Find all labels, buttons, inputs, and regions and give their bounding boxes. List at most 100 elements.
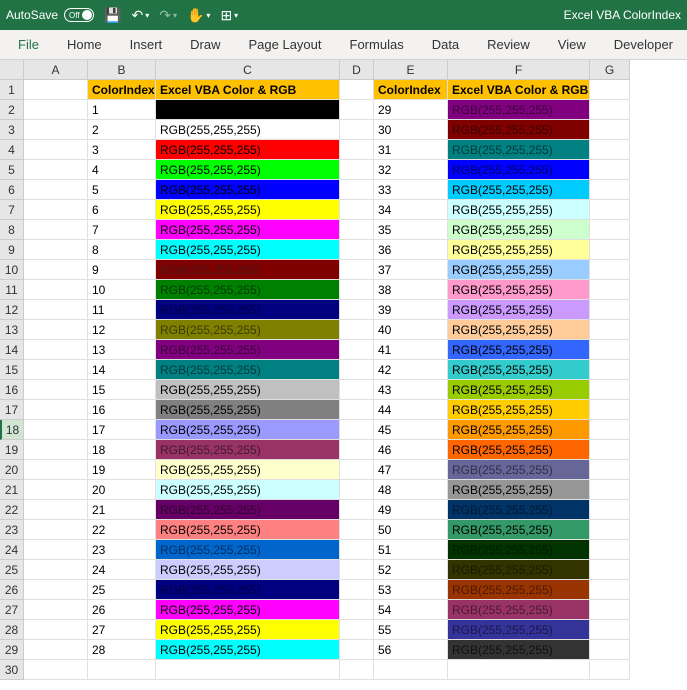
cell-rgb[interactable]: RGB(255,255,255) — [448, 200, 590, 220]
cell[interactable] — [24, 120, 88, 140]
tab-page-layout[interactable]: Page Layout — [235, 30, 336, 59]
cell[interactable] — [590, 600, 630, 620]
cell-colorindex[interactable]: 51 — [374, 540, 448, 560]
cell-colorindex[interactable]: 29 — [374, 100, 448, 120]
cell-colorindex[interactable]: 13 — [88, 340, 156, 360]
cell-rgb[interactable]: RGB(255,255,255) — [156, 520, 340, 540]
row-header[interactable]: 28 — [0, 620, 24, 640]
cell[interactable] — [24, 280, 88, 300]
cell-rgb[interactable]: RGB(255,255,255) — [156, 480, 340, 500]
cell-rgb[interactable]: RGB(255,255,255) — [448, 520, 590, 540]
cell[interactable] — [156, 660, 340, 680]
cell[interactable] — [340, 460, 374, 480]
cell[interactable] — [340, 600, 374, 620]
cell-rgb[interactable]: RGB(255,255,255) — [156, 340, 340, 360]
cell-colorindex[interactable]: 22 — [88, 520, 156, 540]
cell[interactable] — [340, 620, 374, 640]
cell[interactable] — [590, 460, 630, 480]
cell[interactable] — [24, 420, 88, 440]
row-header[interactable]: 9 — [0, 240, 24, 260]
cell-colorindex[interactable]: 7 — [88, 220, 156, 240]
cell-colorindex[interactable]: 30 — [374, 120, 448, 140]
cell-header-rgb[interactable]: Excel VBA Color & RGB — [448, 80, 590, 100]
cell[interactable] — [590, 620, 630, 640]
row-header[interactable]: 20 — [0, 460, 24, 480]
redo-icon[interactable]: ↷▾ — [159, 7, 177, 24]
cell[interactable] — [340, 300, 374, 320]
cell[interactable] — [590, 400, 630, 420]
cell-colorindex[interactable]: 43 — [374, 380, 448, 400]
tab-review[interactable]: Review — [473, 30, 544, 59]
cell-rgb[interactable]: RGB(255,255,255) — [156, 300, 340, 320]
cell-rgb[interactable]: RGB(255,255,255) — [448, 380, 590, 400]
cell[interactable] — [590, 220, 630, 240]
cell-rgb[interactable]: RGB(255,255,255) — [156, 600, 340, 620]
cell-rgb[interactable]: RGB(255,255,255) — [448, 560, 590, 580]
col-header-G[interactable]: G — [590, 60, 630, 80]
col-header-C[interactable]: C — [156, 60, 340, 80]
row-header[interactable]: 24 — [0, 540, 24, 560]
cell-colorindex[interactable]: 41 — [374, 340, 448, 360]
cell-rgb[interactable]: RGB(255,255,255) — [156, 140, 340, 160]
cell-rgb[interactable]: RGB(255,255,255) — [156, 120, 340, 140]
cell-rgb[interactable]: RGB(255,255,255) — [156, 500, 340, 520]
cell-rgb[interactable]: RGB(255,255,255) — [448, 420, 590, 440]
cell-colorindex[interactable]: 23 — [88, 540, 156, 560]
cell-rgb[interactable]: RGB(255,255,255) — [156, 180, 340, 200]
cell-colorindex[interactable]: 17 — [88, 420, 156, 440]
cell[interactable] — [590, 640, 630, 660]
cell[interactable] — [590, 80, 630, 100]
cell[interactable] — [24, 80, 88, 100]
cell[interactable] — [590, 360, 630, 380]
cell-colorindex[interactable]: 44 — [374, 400, 448, 420]
row-header[interactable]: 18 — [0, 420, 24, 440]
row-header[interactable]: 21 — [0, 480, 24, 500]
spreadsheet-grid[interactable]: ABCDEFG1ColorIndexExcel VBA Color & RGBC… — [0, 60, 687, 680]
cell-colorindex[interactable]: 52 — [374, 560, 448, 580]
cell-rgb[interactable]: RGB(255,255,255) — [448, 180, 590, 200]
col-header-B[interactable]: B — [88, 60, 156, 80]
cell[interactable] — [24, 200, 88, 220]
cell-colorindex[interactable]: 2 — [88, 120, 156, 140]
cell-colorindex[interactable]: 5 — [88, 180, 156, 200]
row-header[interactable]: 13 — [0, 320, 24, 340]
row-header[interactable]: 30 — [0, 660, 24, 680]
cell[interactable] — [590, 660, 630, 680]
cell-colorindex[interactable]: 47 — [374, 460, 448, 480]
row-header[interactable]: 25 — [0, 560, 24, 580]
cell[interactable] — [24, 140, 88, 160]
cell-colorindex[interactable]: 34 — [374, 200, 448, 220]
cell-rgb[interactable]: RGB(255,255,255) — [156, 380, 340, 400]
cell-rgb[interactable]: RGB(255,255,255) — [448, 280, 590, 300]
cell[interactable] — [24, 580, 88, 600]
cell[interactable] — [340, 320, 374, 340]
cell[interactable] — [340, 180, 374, 200]
cell[interactable] — [24, 360, 88, 380]
cell-colorindex[interactable]: 15 — [88, 380, 156, 400]
cell-colorindex[interactable]: 6 — [88, 200, 156, 220]
cell-header-colorindex[interactable]: ColorIndex — [88, 80, 156, 100]
tab-insert[interactable]: Insert — [116, 30, 177, 59]
cell-colorindex[interactable]: 3 — [88, 140, 156, 160]
cell[interactable] — [340, 200, 374, 220]
cell-colorindex[interactable]: 16 — [88, 400, 156, 420]
cell-rgb[interactable]: RGB(255,255,255) — [448, 400, 590, 420]
cell-colorindex[interactable]: 24 — [88, 560, 156, 580]
cell-rgb[interactable]: RGB(255,255,255) — [156, 240, 340, 260]
cell[interactable] — [24, 500, 88, 520]
cell-rgb[interactable]: RGB(255,255,255) — [448, 260, 590, 280]
cell[interactable] — [88, 660, 156, 680]
cell-rgb[interactable]: RGB(255,255,255) — [156, 560, 340, 580]
cell[interactable] — [24, 620, 88, 640]
cell[interactable] — [24, 480, 88, 500]
row-header[interactable]: 2 — [0, 100, 24, 120]
cell[interactable] — [340, 240, 374, 260]
cell-colorindex[interactable]: 8 — [88, 240, 156, 260]
form-icon[interactable]: ⊞▾ — [220, 7, 238, 24]
cell-rgb[interactable]: RGB(255,255,255) — [156, 580, 340, 600]
cell-colorindex[interactable]: 11 — [88, 300, 156, 320]
cell-rgb[interactable]: RGB(255,255,255) — [156, 200, 340, 220]
cell[interactable] — [24, 660, 88, 680]
cell[interactable] — [590, 240, 630, 260]
cell[interactable] — [448, 660, 590, 680]
